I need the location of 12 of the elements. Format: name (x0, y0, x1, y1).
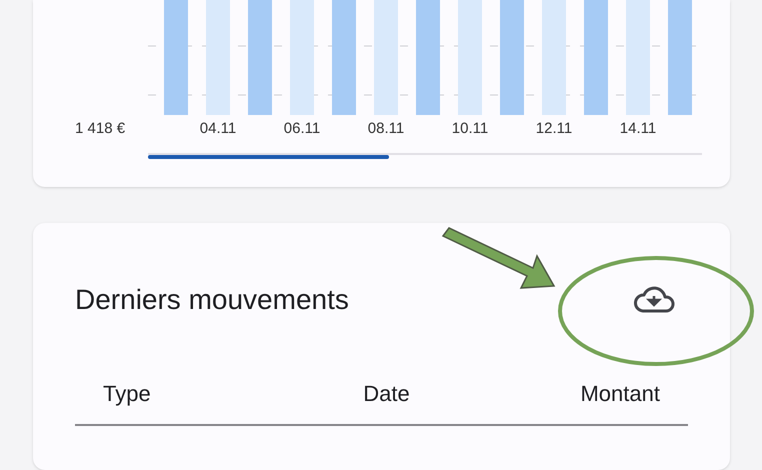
cloud-download-icon (633, 286, 675, 314)
date-axis-label: 12.11 (534, 118, 574, 139)
column-header: Montant (579, 380, 661, 408)
column-header: Date (362, 380, 411, 408)
date-axis-label: 04.11 (198, 118, 238, 139)
date-axis-label: 06.11 (282, 118, 322, 139)
date-axis-label: 08.11 (366, 118, 406, 139)
column-header: Type (102, 380, 152, 408)
section-title: Derniers mouvements (75, 282, 349, 317)
date-axis-label: 14.11 (618, 118, 658, 139)
axis-value-label: 1 418 € (75, 118, 126, 139)
date-axis-label: 10.11 (450, 118, 490, 139)
